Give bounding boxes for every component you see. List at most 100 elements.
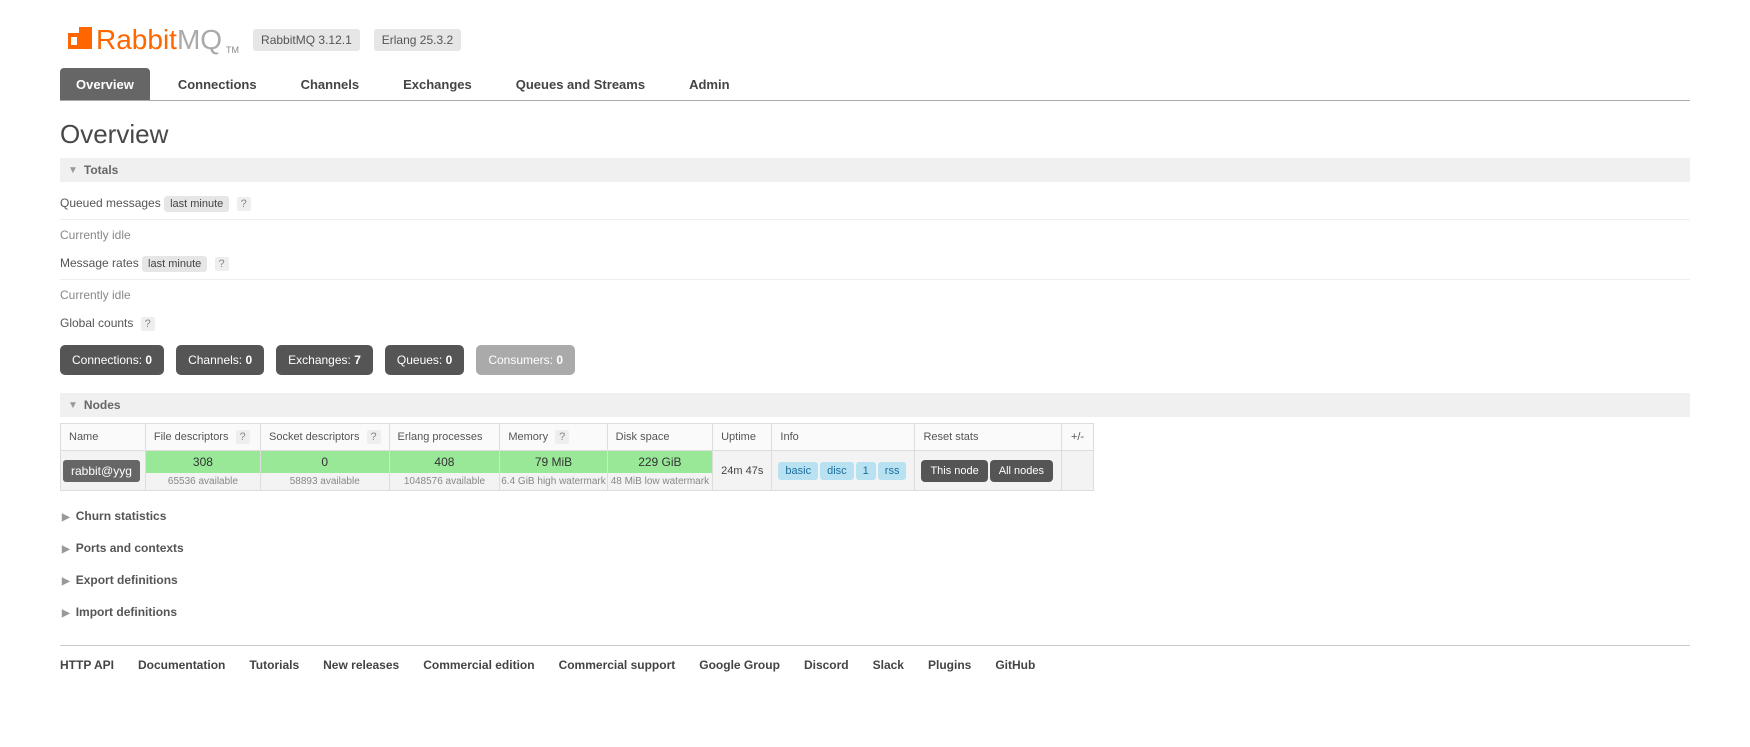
col-name[interactable]: Name <box>61 424 146 451</box>
footer-tutorials[interactable]: Tutorials <box>249 658 299 672</box>
footer-http-api[interactable]: HTTP API <box>60 658 114 672</box>
table-row: rabbit@yyg 308 65536 available 0 58893 a… <box>61 451 1094 491</box>
node-name-cell: rabbit@yyg <box>61 451 146 491</box>
col-sd[interactable]: Socket descriptors ? <box>260 424 389 451</box>
col-reset[interactable]: Reset stats <box>915 424 1062 451</box>
footer-google-group[interactable]: Google Group <box>699 658 780 672</box>
help-icon[interactable]: ? <box>367 430 381 444</box>
col-uptime[interactable]: Uptime <box>713 424 772 451</box>
footer-links: HTTP API Documentation Tutorials New rel… <box>60 645 1690 672</box>
tab-exchanges[interactable]: Exchanges <box>387 68 488 100</box>
queued-messages-label: Queued messages last minute ? <box>60 196 1690 211</box>
help-icon[interactable]: ? <box>236 430 250 444</box>
footer-github[interactable]: GitHub <box>995 658 1035 672</box>
mem-sub: 6.4 GiB high watermark <box>500 473 606 490</box>
logo-text-rabbit: Rabbit <box>96 24 177 56</box>
section-export[interactable]: ▶Export definitions <box>62 573 1690 587</box>
help-icon[interactable]: ? <box>237 197 251 211</box>
version-badge: RabbitMQ 3.12.1 <box>253 29 360 51</box>
info-badge-basic[interactable]: basic <box>778 462 818 480</box>
chevron-right-icon: ▶ <box>62 576 70 587</box>
chevron-down-icon: ▼ <box>68 165 78 176</box>
reset-all-nodes-button[interactable]: All nodes <box>990 460 1053 482</box>
info-badge-rss[interactable]: rss <box>878 462 907 480</box>
col-ep[interactable]: Erlang processes <box>389 424 500 451</box>
help-icon[interactable]: ? <box>555 430 569 444</box>
footer-discord[interactable]: Discord <box>804 658 849 672</box>
section-nodes-label: Nodes <box>84 398 121 412</box>
disk-sub: 48 MiB low watermark <box>608 473 712 490</box>
footer-commercial-support[interactable]: Commercial support <box>559 658 676 672</box>
pill-channels[interactable]: Channels: 0 <box>176 345 264 375</box>
reset-cell: This nodeAll nodes <box>915 451 1062 491</box>
ep-value: 408 <box>390 451 500 473</box>
footer-new-releases[interactable]: New releases <box>323 658 399 672</box>
disk-cell: 229 GiB 48 MiB low watermark <box>607 451 712 491</box>
help-icon[interactable]: ? <box>215 257 229 271</box>
footer-slack[interactable]: Slack <box>873 658 904 672</box>
col-info[interactable]: Info <box>772 424 915 451</box>
table-header-row: Name File descriptors ? Socket descripto… <box>61 424 1094 451</box>
global-counts-label: Global counts ? <box>60 316 1690 331</box>
global-counts: Connections: 0 Channels: 0 Exchanges: 7 … <box>60 345 1690 375</box>
pill-connections[interactable]: Connections: 0 <box>60 345 164 375</box>
header: RabbitMQ TM RabbitMQ 3.12.1 Erlang 25.3.… <box>60 0 1690 68</box>
tab-queues[interactable]: Queues and Streams <box>500 68 661 100</box>
chevron-right-icon: ▶ <box>62 544 70 555</box>
pill-exchanges[interactable]: Exchanges: 7 <box>276 345 373 375</box>
sd-value: 0 <box>261 451 389 473</box>
mem-value: 79 MiB <box>500 451 606 473</box>
col-fd[interactable]: File descriptors ? <box>145 424 260 451</box>
node-name[interactable]: rabbit@yyg <box>63 460 140 482</box>
section-ports[interactable]: ▶Ports and contexts <box>62 541 1690 555</box>
fd-sub: 65536 available <box>146 473 260 490</box>
footer-documentation[interactable]: Documentation <box>138 658 225 672</box>
erlang-badge: Erlang 25.3.2 <box>374 29 461 51</box>
col-plusminus[interactable]: +/- <box>1062 424 1094 451</box>
section-nodes[interactable]: ▼ Nodes <box>60 393 1690 417</box>
nav-tabs: Overview Connections Channels Exchanges … <box>60 68 1690 101</box>
tab-connections[interactable]: Connections <box>162 68 273 100</box>
chevron-right-icon: ▶ <box>62 608 70 619</box>
help-icon[interactable]: ? <box>141 317 155 331</box>
section-totals-label: Totals <box>84 163 118 177</box>
info-badge-disc[interactable]: disc <box>820 462 854 480</box>
info-cell: basicdisc1rss <box>772 451 915 491</box>
footer-commercial-edition[interactable]: Commercial edition <box>423 658 534 672</box>
info-badge-1[interactable]: 1 <box>856 462 876 480</box>
uptime-cell: 24m 47s <box>713 451 772 491</box>
reset-this-node-button[interactable]: This node <box>921 460 987 482</box>
logo-tm: TM <box>226 45 239 55</box>
col-disk[interactable]: Disk space <box>607 424 712 451</box>
ep-sub: 1048576 available <box>390 473 500 490</box>
rates-range[interactable]: last minute <box>142 256 207 272</box>
rates-idle: Currently idle <box>60 288 1690 302</box>
disk-value: 229 GiB <box>608 451 712 473</box>
chevron-down-icon: ▼ <box>68 400 78 411</box>
col-mem[interactable]: Memory ? <box>500 424 607 451</box>
queued-range[interactable]: last minute <box>164 196 229 212</box>
chevron-right-icon: ▶ <box>62 512 70 523</box>
section-totals[interactable]: ▼ Totals <box>60 158 1690 182</box>
pill-queues[interactable]: Queues: 0 <box>385 345 464 375</box>
fd-cell: 308 65536 available <box>145 451 260 491</box>
logo[interactable]: RabbitMQ TM <box>68 24 239 56</box>
mem-cell: 79 MiB 6.4 GiB high watermark <box>500 451 607 491</box>
tab-channels[interactable]: Channels <box>285 68 376 100</box>
logo-text-mq: MQ <box>177 24 222 56</box>
tab-overview[interactable]: Overview <box>60 68 150 100</box>
page-title: Overview <box>60 119 1690 150</box>
pill-consumers[interactable]: Consumers: 0 <box>476 345 575 375</box>
fd-value: 308 <box>146 451 260 473</box>
footer-plugins[interactable]: Plugins <box>928 658 971 672</box>
sd-sub: 58893 available <box>261 473 389 490</box>
plusminus-cell[interactable] <box>1062 451 1094 491</box>
tab-admin[interactable]: Admin <box>673 68 745 100</box>
ep-cell: 408 1048576 available <box>389 451 500 491</box>
section-import[interactable]: ▶Import definitions <box>62 605 1690 619</box>
sd-cell: 0 58893 available <box>260 451 389 491</box>
rabbitmq-icon <box>68 27 92 49</box>
nodes-table: Name File descriptors ? Socket descripto… <box>60 423 1094 491</box>
section-churn[interactable]: ▶Churn statistics <box>62 509 1690 523</box>
message-rates-label: Message rates last minute ? <box>60 256 1690 271</box>
